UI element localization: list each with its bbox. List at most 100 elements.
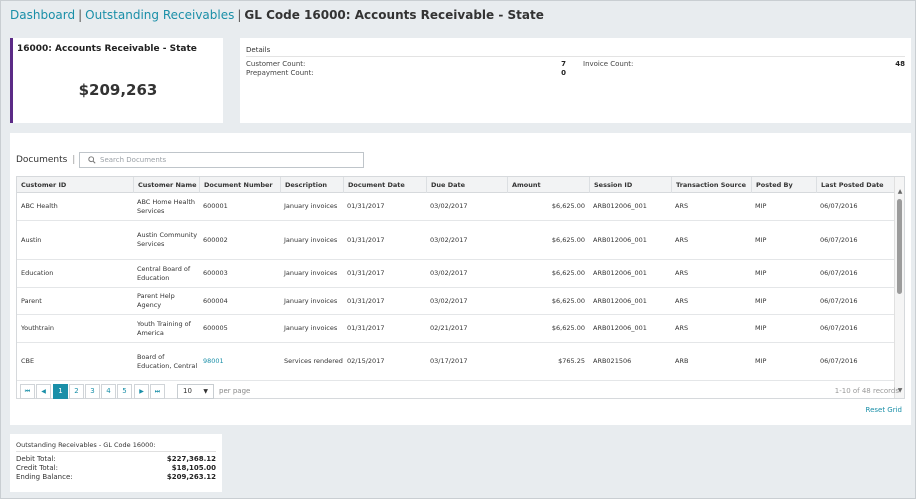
cell-last-posted-date: 06/07/2016 — [820, 357, 858, 365]
col-header-amount[interactable]: Amount — [507, 177, 589, 193]
documents-grid: Customer ID Customer Name Document Numbe… — [16, 176, 905, 399]
cell-description: January invoices — [284, 202, 338, 210]
reset-grid-link[interactable]: Reset Grid — [866, 406, 902, 414]
grid-scrollbar[interactable]: ▲ ▼ — [894, 177, 904, 398]
totals-title: Outstanding Receivables - GL Code 16000: — [16, 441, 156, 449]
col-header-last-posted-date[interactable]: Last Posted Date — [816, 177, 896, 193]
cell-document-date: 01/31/2017 — [347, 269, 385, 277]
chevron-down-icon: ▼ — [203, 388, 208, 395]
next-page-button[interactable]: ▶ — [134, 384, 149, 399]
cell-posted-by: MIP — [755, 235, 767, 244]
page-button-3[interactable]: 3 — [85, 384, 100, 399]
prev-page-button[interactable]: ◀ — [36, 384, 51, 399]
scroll-up-arrow-icon[interactable]: ▲ — [897, 189, 903, 195]
credit-total-value: $18,105.00 — [171, 464, 216, 472]
cell-document-date: 01/31/2017 — [347, 235, 385, 244]
details-divider — [246, 56, 905, 57]
document-number-link[interactable]: 98001 — [203, 357, 224, 366]
ending-balance-row: Ending Balance: $209,263.12 — [16, 473, 216, 482]
breadcrumb-separator: | — [78, 8, 83, 22]
cell-transaction-source: ARS — [675, 324, 689, 332]
cell-document-date: 02/15/2017 — [347, 357, 385, 365]
col-header-transaction-source[interactable]: Transaction Source — [671, 177, 751, 193]
table-row[interactable]: Education Central Board of Education 600… — [17, 260, 896, 288]
cell-document-number: 600005 — [203, 324, 228, 332]
breadcrumb: Dashboard | Outstanding Receivables | GL Cod… — [10, 8, 544, 22]
cell-posted-by: MIP — [755, 269, 767, 277]
last-page-button[interactable]: ⏭ — [150, 384, 165, 399]
page-button-5[interactable]: 5 — [117, 384, 132, 399]
cell-customer-name: Board of Education, Central — [137, 352, 198, 370]
cell-customer-name: ABC Home Health Services — [137, 197, 196, 215]
cell-session-id: ARB012006_001 — [593, 296, 647, 305]
cell-customer-id: Austin — [21, 235, 42, 244]
search-icon — [88, 156, 96, 164]
cell-last-posted-date: 06/07/2016 — [820, 296, 858, 305]
customer-count-value: 7 — [561, 60, 566, 68]
cell-last-posted-date: 06/07/2016 — [820, 269, 858, 277]
page-button-4[interactable]: 4 — [101, 384, 116, 399]
grid-header: Customer ID Customer Name Document Numbe… — [17, 177, 896, 193]
col-header-session-id[interactable]: Session ID — [589, 177, 671, 193]
first-page-button[interactable]: ⏮ — [20, 384, 35, 399]
search-documents-input[interactable] — [100, 154, 355, 166]
breadcrumb-outstanding-link[interactable]: Outstanding Receivables — [85, 8, 234, 22]
scroll-thumb[interactable] — [897, 199, 902, 294]
ending-balance-label: Ending Balance: — [16, 473, 73, 481]
col-header-customer-name[interactable]: Customer Name — [133, 177, 199, 193]
cell-customer-name: Central Board of Education — [137, 264, 191, 282]
prepayment-count-label: Prepayment Count: — [246, 69, 314, 77]
table-row[interactable]: ABC Health ABC Home Health Services 6000… — [17, 193, 896, 221]
details-card: Details Customer Count: 7 Prepayment Cou… — [240, 38, 911, 123]
pager: ⏮ ◀ 1 2 3 4 5 ▶ ⏭ 10 ▼ per page 1-10 of … — [16, 383, 905, 399]
cell-session-id: ARB012006_001 — [593, 202, 647, 210]
cell-due-date: 03/02/2017 — [430, 235, 468, 244]
documents-card: Documents | Customer ID Customer Name Do… — [10, 133, 911, 425]
cell-customer-id: Youthtrain — [21, 324, 55, 332]
table-row[interactable]: Youthtrain Youth Training of America 600… — [17, 315, 896, 343]
cell-transaction-source: ARB — [675, 357, 689, 365]
customer-count-label: Customer Count: — [246, 60, 306, 68]
cell-customer-name: Parent Help Agency — [137, 292, 175, 309]
page-button-2[interactable]: 2 — [69, 384, 84, 399]
breadcrumb-dashboard-link[interactable]: Dashboard — [10, 8, 75, 22]
table-row[interactable]: Parent Parent Help Agency 600004 January… — [17, 288, 896, 315]
cell-document-date: 01/31/2017 — [347, 296, 385, 305]
breadcrumb-separator: | — [237, 8, 242, 22]
documents-title-separator: | — [72, 155, 76, 165]
summary-card: 16000: Accounts Receivable - State $209,… — [10, 38, 223, 123]
cell-customer-name: Youth Training of America — [137, 319, 191, 337]
cell-description: January invoices — [284, 235, 338, 244]
cell-document-number: 600003 — [203, 269, 228, 277]
col-header-document-date[interactable]: Document Date — [343, 177, 426, 193]
col-header-due-date[interactable]: Due Date — [426, 177, 507, 193]
prepayment-count-value: 0 — [561, 69, 566, 77]
cell-customer-name: Austin Community Services — [137, 231, 198, 248]
cell-posted-by: MIP — [755, 357, 767, 365]
cell-session-id: ARB012006_001 — [593, 235, 647, 244]
cell-due-date: 03/02/2017 — [430, 296, 468, 305]
table-row[interactable]: CBE Board of Education, Central 98001 Se… — [17, 343, 896, 381]
per-page-select[interactable]: 10 ▼ — [177, 384, 214, 399]
table-row[interactable]: Austin Austin Community Services 600002 … — [17, 221, 896, 260]
col-header-description[interactable]: Description — [280, 177, 343, 193]
cell-customer-id: ABC Health — [21, 202, 58, 210]
col-header-customer-id[interactable]: Customer ID — [17, 177, 133, 193]
cell-transaction-source: ARS — [675, 269, 689, 277]
cell-due-date: 03/02/2017 — [430, 269, 468, 277]
cell-document-number: 98001 — [199, 343, 280, 380]
cell-description: January invoices — [284, 324, 338, 332]
col-header-document-number[interactable]: Document Number — [199, 177, 280, 193]
cell-posted-by: MIP — [755, 202, 767, 210]
summary-title: 16000: Accounts Receivable - State — [17, 44, 197, 54]
page-button-1[interactable]: 1 — [53, 384, 68, 399]
cell-customer-id: Parent — [21, 296, 42, 305]
cell-amount: $6,625.00 — [551, 235, 585, 244]
search-documents-box[interactable] — [79, 152, 364, 168]
cell-posted-by: MIP — [755, 324, 767, 332]
cell-session-id: ARB012006_001 — [593, 324, 647, 332]
documents-title-text: Documents — [16, 155, 68, 165]
col-header-posted-by[interactable]: Posted By — [751, 177, 816, 193]
cell-description: January invoices — [284, 296, 338, 305]
records-count: 1-10 of 48 records — [834, 387, 899, 395]
